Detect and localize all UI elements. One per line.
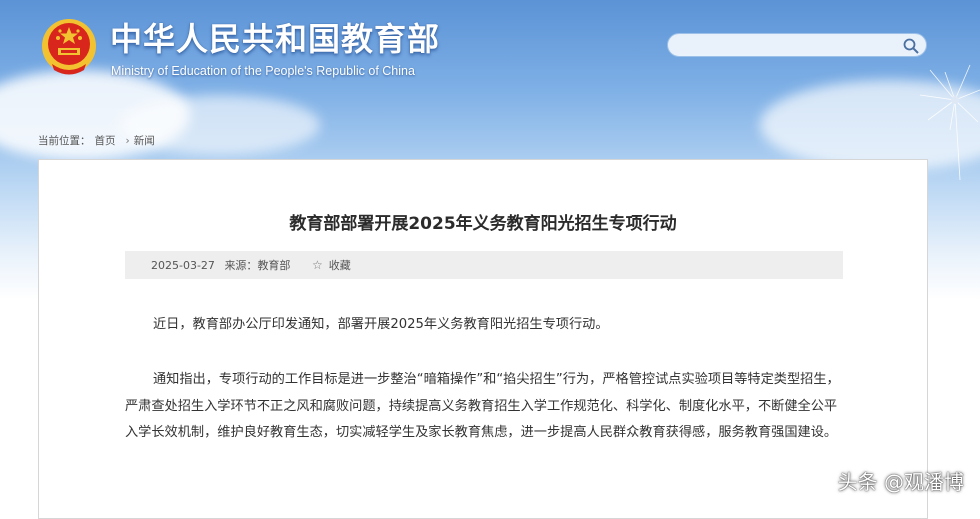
search-icon[interactable] — [902, 37, 920, 55]
search-input[interactable] — [667, 33, 927, 57]
star-icon[interactable]: ☆ — [312, 251, 323, 279]
article-meta-bar: 2025-03-27 来源：教育部 ☆ 收藏 — [125, 251, 843, 279]
article-paragraph: 通知指出，专项行动的工作目标是进一步整治“暗箱操作”和“掐尖招生”行为，严格管控… — [125, 372, 840, 440]
site-title[interactable]: 中华人民共和国教育部 — [110, 14, 440, 60]
breadcrumb-prefix: 当前位置： — [38, 135, 91, 147]
article-paragraph: 近日，教育部办公厅印发通知，部署开展2025年义务教育阳光招生专项行动。 — [153, 317, 609, 332]
breadcrumb-home-link[interactable]: 首页 — [95, 135, 116, 147]
national-emblem-icon[interactable] — [40, 16, 98, 78]
article-source-label: 来源： — [224, 259, 258, 272]
favorite-button[interactable]: 收藏 — [329, 259, 351, 272]
breadcrumb-news-link[interactable]: 新闻 — [134, 135, 155, 147]
chevron-right-icon: › — [125, 135, 130, 147]
article-source: 教育部 — [257, 259, 291, 272]
breadcrumb: 当前位置： 首页 › 新闻 — [38, 133, 159, 148]
article-date: 2025-03-27 — [151, 259, 215, 272]
watermark: 头条 @观潘博 — [837, 470, 964, 494]
article-panel: 教育部部署开展2025年义务教育阳光招生专项行动 2025-03-27 来源：教… — [38, 159, 928, 519]
site-subtitle: Ministry of Education of the People's Re… — [111, 64, 415, 78]
article-title: 教育部部署开展2025年义务教育阳光招生专项行动 — [289, 214, 677, 234]
